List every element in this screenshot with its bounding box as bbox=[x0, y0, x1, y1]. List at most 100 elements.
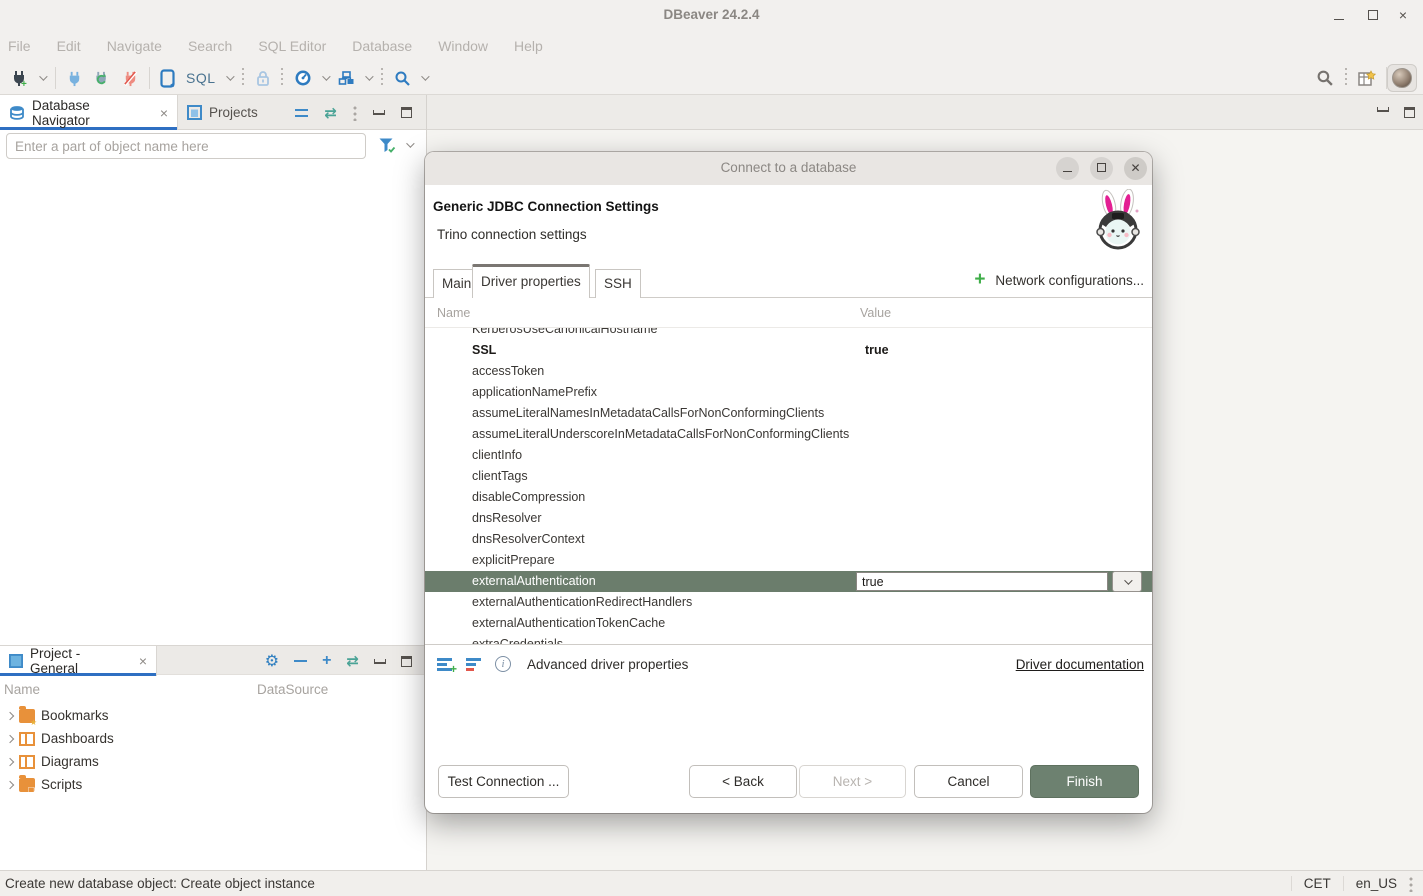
object-filter-input[interactable] bbox=[6, 133, 366, 159]
tab-database-navigator[interactable]: Database Navigator × bbox=[0, 95, 178, 130]
property-row[interactable]: dnsResolver bbox=[425, 508, 1152, 529]
global-search-icon[interactable] bbox=[1316, 69, 1334, 87]
finish-button[interactable]: Finish bbox=[1030, 765, 1139, 798]
status-timezone[interactable]: CET bbox=[1291, 876, 1343, 891]
panel-maximize-icon[interactable] bbox=[401, 107, 412, 118]
expand-icon[interactable]: + bbox=[322, 652, 331, 670]
menu-sql-editor[interactable]: SQL Editor bbox=[258, 38, 326, 54]
property-value-dropdown-button[interactable] bbox=[1112, 571, 1142, 592]
property-row[interactable]: disableCompression bbox=[425, 487, 1152, 508]
dialog-close-button[interactable]: ✕ bbox=[1124, 157, 1147, 180]
disconnect-icon[interactable] bbox=[122, 70, 139, 87]
property-row[interactable]: clientTags bbox=[425, 466, 1152, 487]
link-with-editor-icon[interactable]: ⇄ bbox=[324, 104, 337, 122]
tab-ssh[interactable]: SSH bbox=[595, 269, 641, 298]
property-row[interactable]: explicitPrepare bbox=[425, 550, 1152, 571]
tab-close-icon[interactable]: × bbox=[139, 653, 147, 669]
panel-minimize-icon[interactable] bbox=[373, 110, 385, 115]
chevron-right-icon[interactable] bbox=[6, 711, 14, 719]
menu-database[interactable]: Database bbox=[352, 38, 412, 54]
network-configurations-button[interactable]: + Network configurations... bbox=[974, 272, 1144, 288]
dashboard-icon[interactable] bbox=[294, 69, 312, 87]
dialog-title-bar[interactable]: Connect to a database ✕ bbox=[425, 152, 1152, 185]
tree-item-dashboards[interactable]: Dashboards bbox=[0, 727, 426, 750]
tab-project-general[interactable]: Project - General × bbox=[0, 646, 157, 676]
property-row[interactable]: SSLtrue bbox=[425, 340, 1152, 361]
menu-window[interactable]: Window bbox=[438, 38, 488, 54]
status-handle-icon[interactable] bbox=[1409, 876, 1413, 892]
status-locale[interactable]: en_US bbox=[1343, 876, 1409, 891]
link-with-editor-icon[interactable]: ⇄ bbox=[346, 652, 359, 670]
window-close-button[interactable]: × bbox=[1391, 4, 1415, 26]
collapse-all-icon[interactable] bbox=[295, 109, 308, 117]
property-row[interactable]: externalAuthenticationRedirectHandlers bbox=[425, 592, 1152, 613]
dashboard-dropdown-icon[interactable] bbox=[322, 72, 330, 80]
property-value-editor[interactable] bbox=[856, 572, 1108, 591]
tab-projects[interactable]: Projects bbox=[178, 95, 267, 130]
properties-toolbar: + i Advanced driver properties Driver do… bbox=[425, 645, 1152, 683]
remove-property-icon[interactable] bbox=[466, 657, 483, 671]
reconnect-icon[interactable] bbox=[93, 70, 112, 87]
back-button[interactable]: < Back bbox=[689, 765, 797, 798]
window-minimize-button[interactable] bbox=[1327, 4, 1351, 26]
column-header-name[interactable]: Name bbox=[4, 682, 40, 697]
sql-editor-icon[interactable] bbox=[160, 69, 176, 88]
column-header-value[interactable]: Value bbox=[860, 306, 891, 320]
filter-dropdown-icon[interactable] bbox=[406, 139, 414, 147]
add-property-icon[interactable]: + bbox=[437, 657, 454, 671]
window-maximize-button[interactable] bbox=[1361, 4, 1385, 26]
driver-manager-dropdown-icon[interactable] bbox=[365, 72, 373, 80]
column-header-name[interactable]: Name bbox=[437, 306, 470, 320]
property-row[interactable]: dnsResolverContext bbox=[425, 529, 1152, 550]
panel-maximize-icon[interactable] bbox=[401, 656, 412, 667]
menu-navigate[interactable]: Navigate bbox=[107, 38, 162, 54]
tree-item-scripts[interactable]: Scripts bbox=[0, 773, 426, 796]
property-row[interactable]: assumeLiteralUnderscoreInMetadataCallsFo… bbox=[425, 424, 1152, 445]
chevron-right-icon[interactable] bbox=[6, 757, 14, 765]
menu-edit[interactable]: Edit bbox=[57, 38, 81, 54]
new-connection-dropdown-icon[interactable] bbox=[39, 72, 47, 80]
next-button[interactable]: Next > bbox=[799, 765, 906, 798]
settings-gear-icon[interactable]: ⚙ bbox=[265, 651, 279, 671]
filter-funnel-icon[interactable] bbox=[378, 137, 396, 154]
menu-search[interactable]: Search bbox=[188, 38, 232, 54]
tab-label: Project - General bbox=[30, 646, 129, 676]
property-row[interactable]: accessToken bbox=[425, 361, 1152, 382]
property-name: dnsResolverContext bbox=[472, 529, 585, 550]
property-row[interactable]: externalAuthenticationTokenCache bbox=[425, 613, 1152, 634]
chevron-right-icon[interactable] bbox=[6, 734, 14, 742]
menu-help[interactable]: Help bbox=[514, 38, 543, 54]
editor-maximize-icon[interactable] bbox=[1404, 107, 1415, 118]
property-row[interactable]: clientInfo bbox=[425, 445, 1152, 466]
property-row[interactable]: extraCredentials bbox=[425, 634, 1152, 645]
driver-documentation-link[interactable]: Driver documentation bbox=[1016, 657, 1144, 672]
sql-editor-label[interactable]: SQL bbox=[186, 70, 216, 86]
bookmark-table-icon[interactable] bbox=[1357, 69, 1376, 88]
editor-minimize-icon[interactable] bbox=[1377, 107, 1389, 112]
column-header-datasource[interactable]: DataSource bbox=[257, 682, 328, 697]
property-row[interactable]: applicationNamePrefix bbox=[425, 382, 1152, 403]
dialog-minimize-button[interactable] bbox=[1056, 157, 1079, 180]
new-connection-icon[interactable]: + bbox=[10, 69, 29, 88]
panel-minimize-icon[interactable] bbox=[374, 659, 386, 664]
cancel-button[interactable]: Cancel bbox=[914, 765, 1023, 798]
chevron-right-icon[interactable] bbox=[6, 780, 14, 788]
sql-dropdown-icon[interactable] bbox=[226, 72, 234, 80]
user-profile-button[interactable] bbox=[1387, 64, 1417, 92]
test-connection-button[interactable]: Test Connection ... bbox=[438, 765, 569, 798]
search-dropdown-icon[interactable] bbox=[421, 72, 429, 80]
tab-close-icon[interactable]: × bbox=[160, 105, 168, 121]
driver-manager-icon[interactable] bbox=[338, 70, 355, 87]
property-row[interactable]: KerberosUseCanonicalHostname bbox=[425, 328, 1152, 340]
view-menu-icon[interactable] bbox=[353, 105, 357, 121]
property-row[interactable]: assumeLiteralNamesInMetadataCallsForNonC… bbox=[425, 403, 1152, 424]
property-row[interactable]: externalAuthentication bbox=[425, 571, 1152, 592]
tab-driver-properties[interactable]: Driver properties bbox=[472, 264, 590, 298]
collapse-all-icon[interactable] bbox=[294, 660, 307, 663]
dialog-maximize-button[interactable] bbox=[1090, 157, 1113, 180]
menu-file[interactable]: File bbox=[8, 38, 31, 54]
connect-icon[interactable] bbox=[66, 70, 83, 87]
tree-item-diagrams[interactable]: Diagrams bbox=[0, 750, 426, 773]
tree-item-bookmarks[interactable]: Bookmarks bbox=[0, 704, 426, 727]
search-icon[interactable] bbox=[394, 70, 411, 87]
